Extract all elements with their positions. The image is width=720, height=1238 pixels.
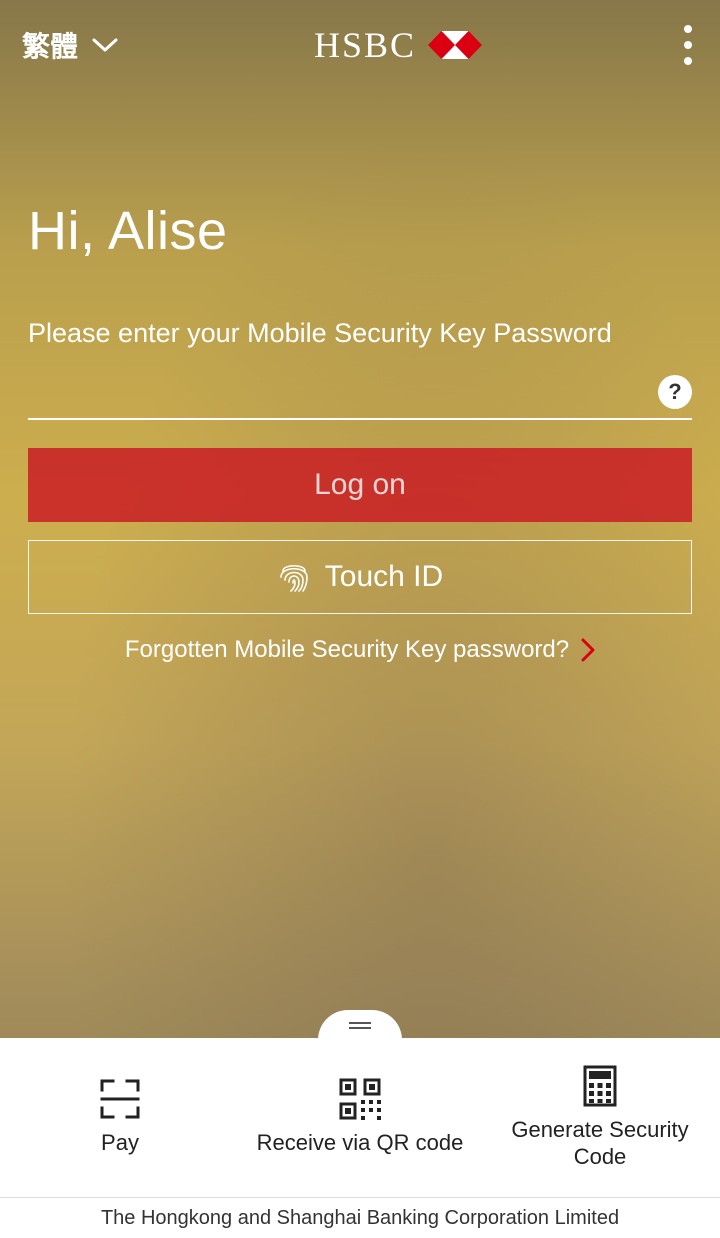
security-key-password-input[interactable] [28,368,658,416]
greeting-section: Hi, Alise Please enter your Mobile Secur… [28,200,692,351]
forgot-password-label: Forgotten Mobile Security Key password? [125,636,569,664]
greeting-text: Hi, Alise [28,200,692,262]
receive-qr-action[interactable]: Receive via QR code [241,1078,479,1156]
question-mark-icon: ? [668,379,681,405]
logon-button-label: Log on [314,468,406,502]
pay-action[interactable]: Pay [1,1078,239,1156]
brand-logo: HSBC [314,24,482,66]
dot-icon [684,57,692,65]
language-selector[interactable]: 繁體 [22,25,118,65]
scan-pay-icon [99,1078,141,1120]
fingerprint-icon [277,560,311,594]
footer-legal: The Hongkong and Shanghai Banking Corpor… [0,1198,720,1238]
touch-id-button-label: Touch ID [325,560,443,594]
quick-actions-bar: Pay [0,1038,720,1198]
generate-code-action[interactable]: Generate Security Code [481,1065,719,1170]
receive-qr-label: Receive via QR code [257,1130,464,1156]
drag-handle-icon [349,1022,371,1029]
generate-code-label: Generate Security Code [491,1117,709,1170]
chevron-right-icon [581,638,595,662]
language-label: 繁體 [22,25,78,65]
hsbc-hexagon-icon [428,31,482,59]
security-code-icon [579,1065,621,1107]
dot-icon [684,41,692,49]
forgot-password-link[interactable]: Forgotten Mobile Security Key password? [28,636,692,664]
pay-label: Pay [101,1130,139,1156]
password-input-row: ? [28,368,692,420]
footer-text: The Hongkong and Shanghai Banking Corpor… [101,1207,619,1230]
dot-icon [684,25,692,33]
brand-name: HSBC [314,24,416,66]
chevron-down-icon [92,37,118,53]
touch-id-button[interactable]: Touch ID [28,540,692,614]
header-bar: 繁體 HSBC [0,0,720,90]
help-button[interactable]: ? [658,375,692,409]
qr-code-icon [339,1078,381,1120]
login-screen: 繁體 HSBC Hi, Alise Please enter your Mobi… [0,0,720,1238]
logon-button[interactable]: Log on [28,448,692,522]
instruction-text: Please enter your Mobile Security Key Pa… [28,316,692,351]
more-menu-button[interactable] [678,19,698,71]
